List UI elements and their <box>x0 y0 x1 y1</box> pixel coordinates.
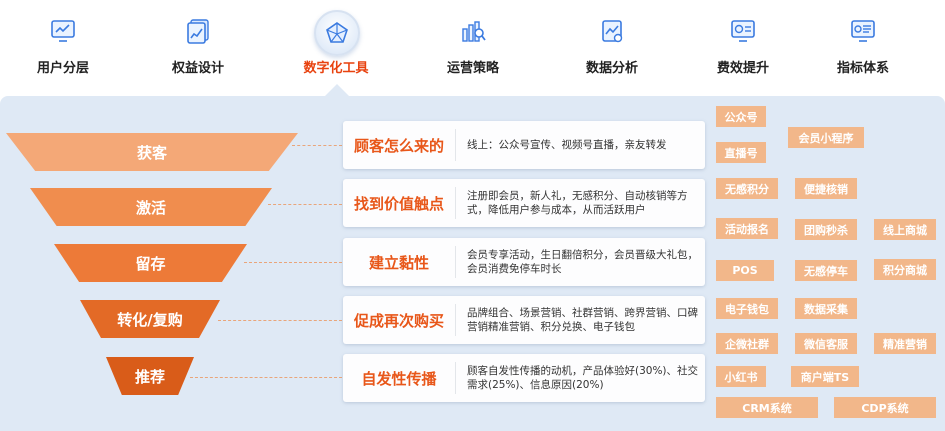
leader-line <box>268 204 342 205</box>
tool-tag: 便捷核销 <box>795 178 857 199</box>
stage-card-convert: 促成再次购买 品牌组合、场景营销、社群营销、跨界营销、口碑营销精准营销、积分兑换… <box>343 296 705 344</box>
nav-item-data-analysis[interactable]: 数据分析 <box>557 0 667 96</box>
funnel-label: 获客 <box>136 143 167 162</box>
card-description: 顾客自发性传播的动机，产品体验好(30%)、社交需求(25%)、信息原因(20%… <box>467 365 699 391</box>
leader-line <box>292 145 342 146</box>
card-description: 品牌组合、场景营销、社群营销、跨界营销、口碑营销精准营销、积分兑换、电子钱包 <box>467 307 698 333</box>
funnel-layer-retain: 留存 <box>54 244 247 282</box>
card-description: 线上：公众号宣传、视频号直播，亲友转发 <box>467 139 667 151</box>
card-divider <box>455 187 456 219</box>
card-description: 会员专享活动，生日翻倍积分，会员晋级大礼包，会员消费免停车时长 <box>467 249 698 275</box>
nav-label: 指标体系 <box>836 61 889 76</box>
card-description: 注册即会员，新人礼，无感积分、自动核销等方式，降低用户参与成本，从而活跃用户 <box>467 190 688 216</box>
document-chart-icon <box>187 19 209 44</box>
card-divider <box>455 362 456 394</box>
tool-tag: 无感停车 <box>795 260 857 281</box>
active-indicator <box>314 10 360 56</box>
nav-label: 数字化工具 <box>303 61 369 76</box>
stage-card-acquire: 顾客怎么来的 线上：公众号宣传、视频号直播，亲友转发 <box>343 121 705 169</box>
nav-label: 权益设计 <box>171 61 224 76</box>
tool-tag: 电子钱包 <box>716 298 778 319</box>
nav-item-cost-efficiency[interactable]: 费效提升 <box>688 0 798 96</box>
funnel-layer-activate: 激活 <box>30 188 272 226</box>
nav-label: 运营策略 <box>446 61 499 76</box>
funnel-label: 激活 <box>135 198 166 217</box>
leader-line <box>218 320 342 321</box>
tool-tag: 无感积分 <box>716 178 778 199</box>
card-divider <box>455 129 456 161</box>
dashboard-screen-icon <box>731 20 755 42</box>
funnel-layer-convert: 转化/复购 <box>80 300 220 338</box>
stage-card-refer: 自发性传播 顾客自发性传播的动机，产品体验好(30%)、社交需求(25%)、信息… <box>343 354 705 402</box>
funnel-label: 推荐 <box>134 367 165 386</box>
card-title: 促成再次购买 <box>353 311 444 330</box>
tool-tag: 企微社群 <box>716 333 778 354</box>
stage-card-retain: 建立黏性 会员专享活动，生日翻倍积分，会员晋级大礼包，会员消费免停车时长 <box>343 238 705 286</box>
tool-tag: 直播号 <box>716 142 766 163</box>
card-title: 建立黏性 <box>368 253 429 272</box>
funnel-label: 留存 <box>135 254 166 273</box>
tool-tag: POS <box>716 260 774 281</box>
funnel-label: 转化/复购 <box>117 310 183 329</box>
stage-card-activate: 找到价值触点 注册即会员，新人礼，无感积分、自动核销等方式，降低用户参与成本，从… <box>343 179 705 227</box>
card-title: 自发性传播 <box>361 369 437 388</box>
nav-item-benefit-design[interactable]: 权益设计 <box>143 0 253 96</box>
tool-tag: 精准营销 <box>874 333 936 354</box>
tool-tag: 活动报名 <box>716 218 778 239</box>
indicator-screen-icon <box>851 20 875 42</box>
leader-line <box>190 377 342 378</box>
bar-chart-search-icon <box>462 21 486 42</box>
tool-tag: 积分商城 <box>874 259 936 280</box>
card-divider <box>455 304 456 336</box>
active-tab-pointer <box>325 84 349 96</box>
nav-item-indicator-system[interactable]: 指标体系 <box>808 0 918 96</box>
tool-tag: CDP系统 <box>834 397 936 418</box>
tool-tag: 商户端TS <box>791 366 859 387</box>
nav-item-user-tiering[interactable]: 用户分层 <box>8 0 118 96</box>
tool-tag: CRM系统 <box>716 397 818 418</box>
tool-tag: 团购秒杀 <box>795 219 857 240</box>
tool-tag: 线上商城 <box>874 219 936 240</box>
nav-label: 用户分层 <box>36 61 89 76</box>
tool-tag: 会员小程序 <box>788 127 864 148</box>
monitor-chart-icon <box>51 20 75 42</box>
tool-tag: 小红书 <box>716 366 766 387</box>
tool-tag: 微信客服 <box>795 333 857 354</box>
analysis-report-icon <box>602 20 623 43</box>
card-title: 顾客怎么来的 <box>353 136 444 155</box>
leader-line <box>244 262 342 263</box>
tool-tag: 公众号 <box>716 106 766 127</box>
nav-label: 数据分析 <box>585 61 638 76</box>
funnel-layer-acquire: 获客 <box>6 133 298 171</box>
top-nav: 用户分层 权益设计 数字化工具 运营策略 数据分析 费效提升 指标体系 <box>0 0 945 96</box>
nav-label: 费效提升 <box>716 61 769 76</box>
nav-item-digital-tools[interactable]: 数字化工具 <box>281 0 391 96</box>
card-divider <box>455 246 456 278</box>
card-title: 找到价值触点 <box>353 194 444 213</box>
nav-item-operation-strategy[interactable]: 运营策略 <box>418 0 528 96</box>
tool-tag: 数据采集 <box>795 298 857 319</box>
pentagon-network-icon <box>326 22 348 43</box>
